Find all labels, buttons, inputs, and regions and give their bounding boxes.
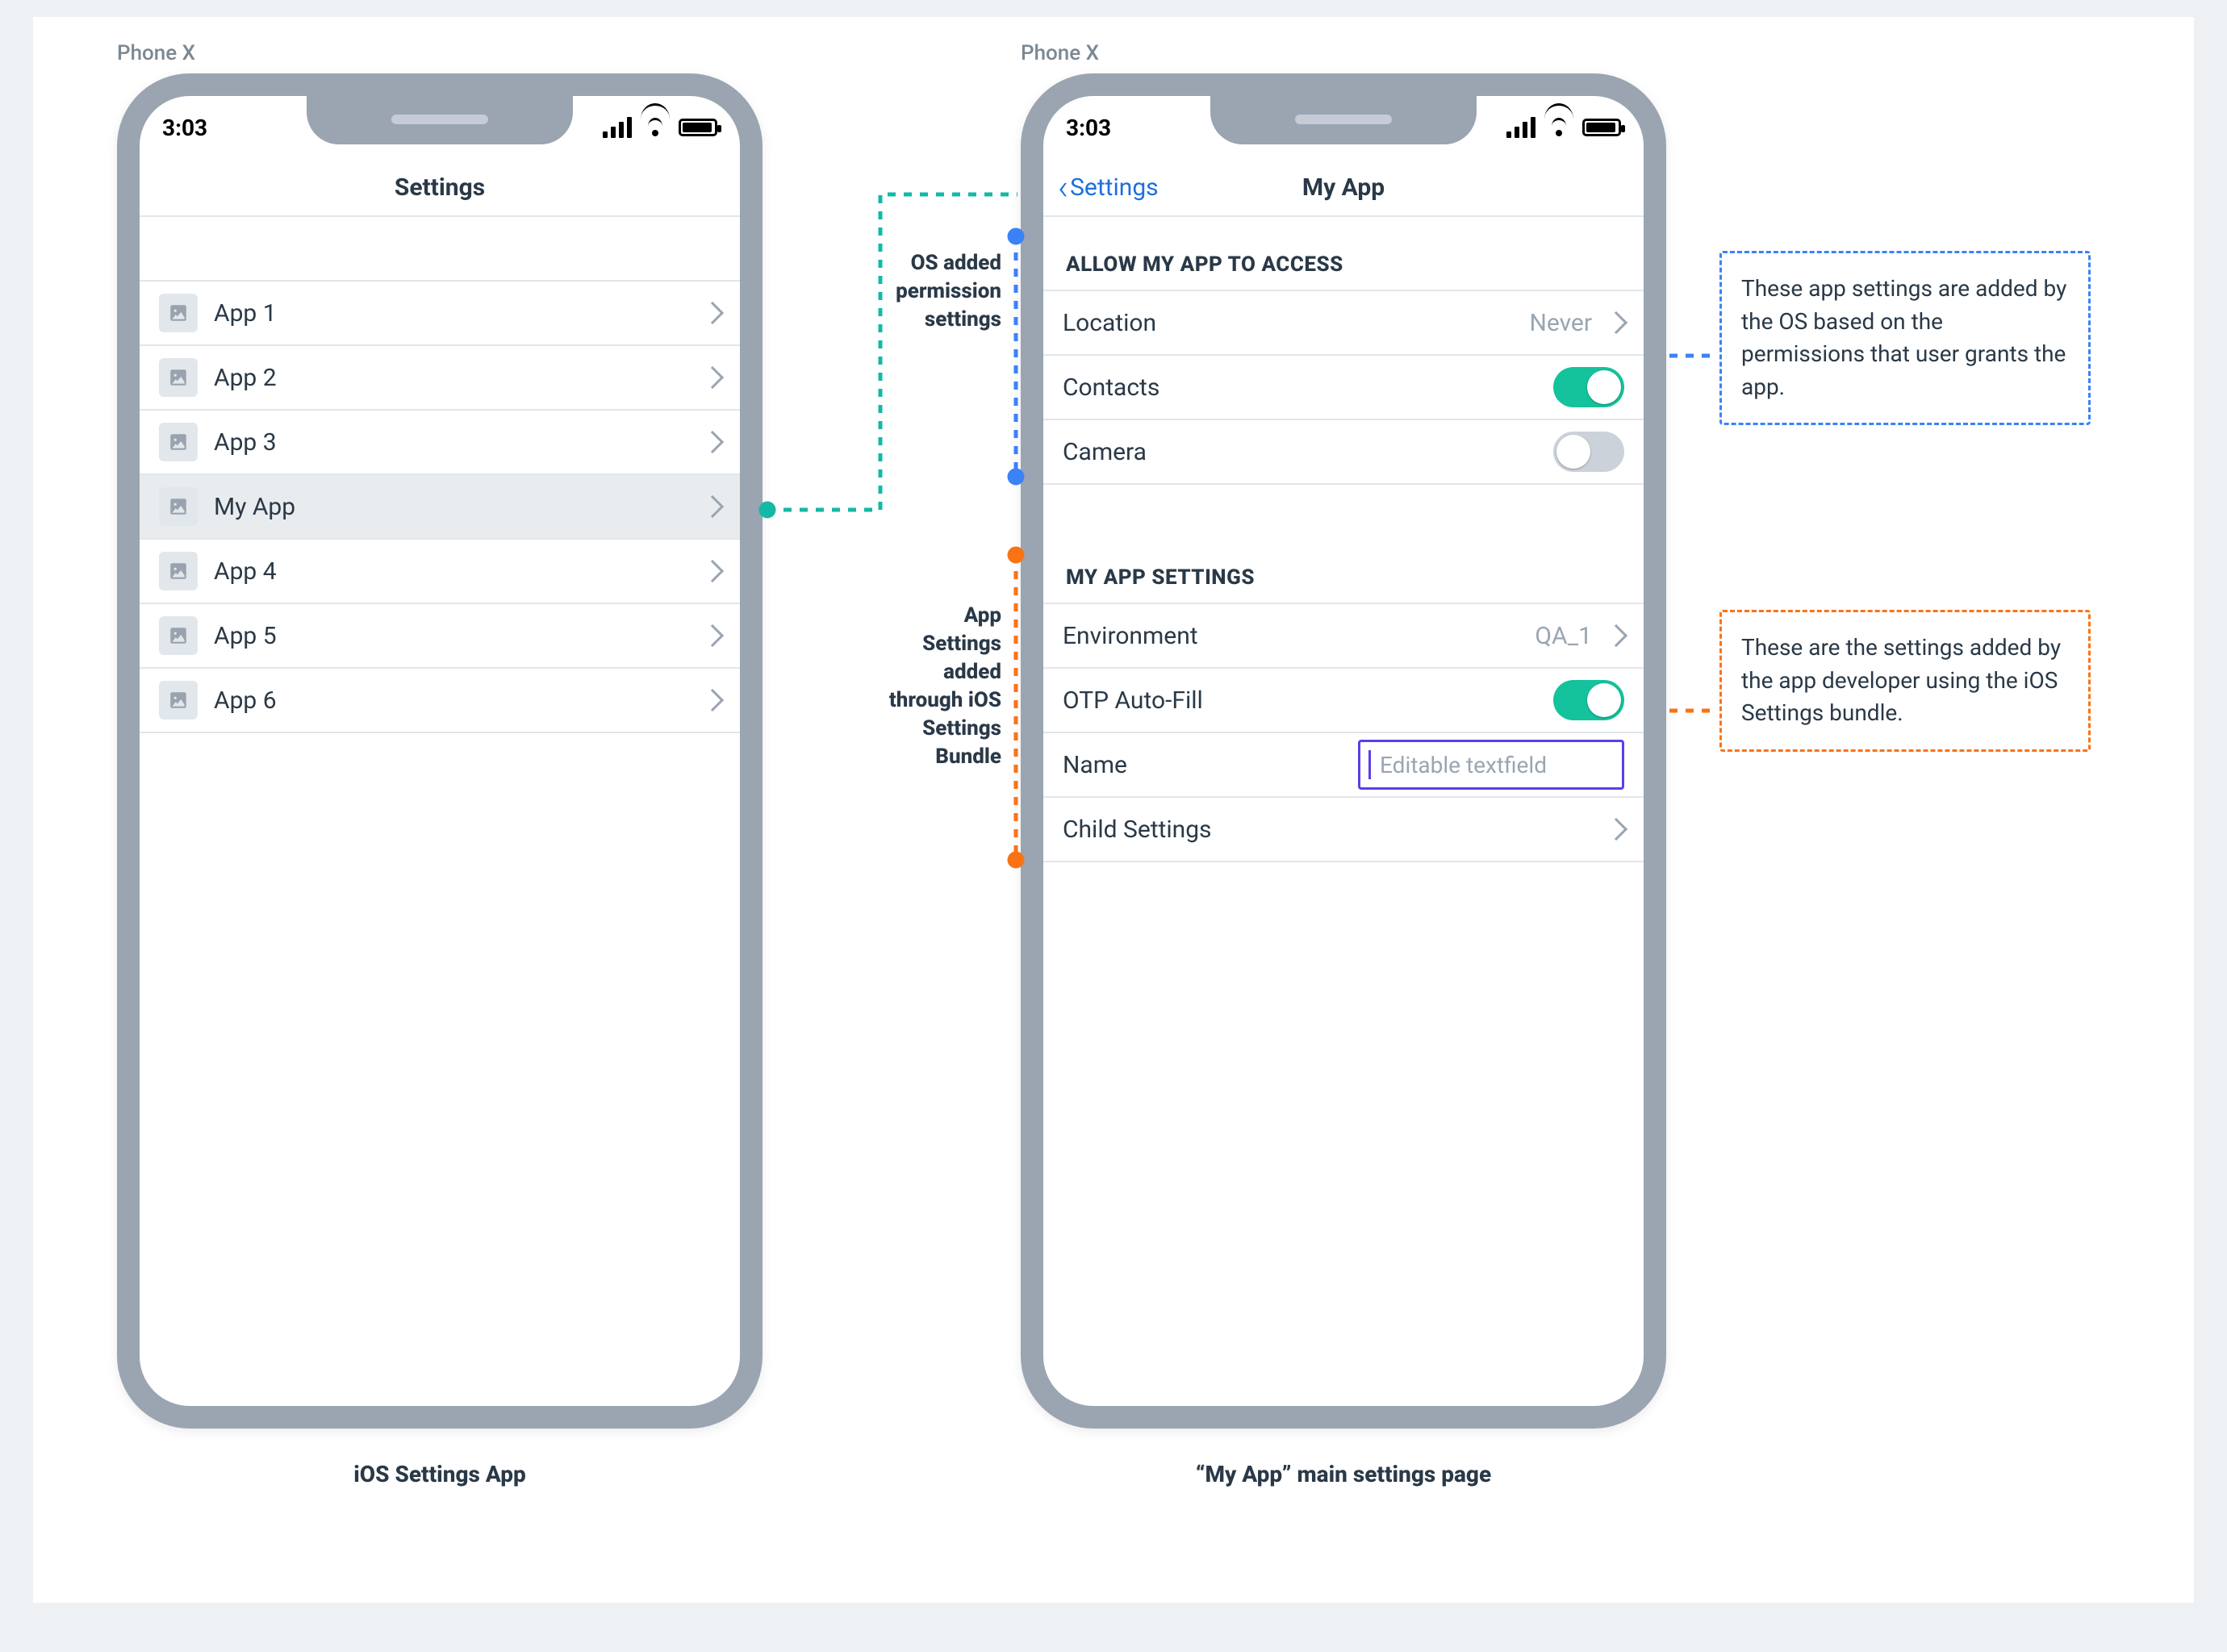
phone2-caption: “My App” main settings page bbox=[1021, 1461, 1666, 1487]
back-button[interactable]: ‹ Settings bbox=[1058, 173, 1159, 202]
row-label: Camera bbox=[1063, 438, 1537, 466]
battery-icon bbox=[679, 119, 717, 136]
status-time: 3:03 bbox=[162, 115, 207, 141]
app-icon bbox=[159, 681, 198, 720]
toggle-contacts[interactable] bbox=[1553, 367, 1624, 407]
section-header-permissions: ALLOW MY APP TO ACCESS bbox=[1043, 217, 1644, 291]
nav-bar: Settings bbox=[140, 159, 740, 217]
row-location[interactable]: Location Never bbox=[1043, 291, 1644, 356]
row-label: Location bbox=[1063, 309, 1513, 337]
callout-bundle-settings: These are the settings added by the app … bbox=[1719, 610, 2091, 752]
app-row[interactable]: App 2 bbox=[140, 346, 740, 411]
app-icon bbox=[159, 423, 198, 461]
app-row-label: My App bbox=[214, 493, 688, 521]
section-header-app-settings: MY APP SETTINGS bbox=[1043, 485, 1644, 604]
chevron-right-icon bbox=[701, 560, 724, 582]
app-icon bbox=[159, 616, 198, 655]
device-label-2: Phone X bbox=[1021, 41, 1099, 65]
row-label: Name bbox=[1063, 751, 1342, 779]
row-otp[interactable]: OTP Auto-Fill bbox=[1043, 669, 1644, 733]
app-row-selected[interactable]: My App bbox=[140, 475, 740, 540]
name-textfield[interactable]: Editable textfield bbox=[1358, 740, 1624, 790]
apps-list: App 1 App 2 App 3 My App App 4 bbox=[140, 282, 740, 733]
row-label: OTP Auto-Fill bbox=[1063, 686, 1537, 715]
back-label: Settings bbox=[1070, 173, 1159, 202]
toggle-otp[interactable] bbox=[1553, 680, 1624, 720]
chevron-right-icon bbox=[1605, 818, 1627, 841]
row-label: Child Settings bbox=[1063, 816, 1592, 844]
row-environment[interactable]: Environment QA_1 bbox=[1043, 604, 1644, 669]
toggle-camera[interactable] bbox=[1553, 432, 1624, 472]
placeholder-text: Editable textfield bbox=[1380, 752, 1547, 778]
app-row[interactable]: App 1 bbox=[140, 282, 740, 346]
app-icon bbox=[159, 487, 198, 526]
anno-settings-bundle: App Settings added through iOS Settings … bbox=[816, 602, 1001, 772]
status-time: 3:03 bbox=[1066, 115, 1111, 141]
app-row[interactable]: App 5 bbox=[140, 604, 740, 669]
chevron-right-icon bbox=[701, 495, 724, 518]
nav-title: Settings bbox=[395, 173, 485, 202]
chevron-right-icon bbox=[701, 302, 724, 324]
row-child-settings[interactable]: Child Settings bbox=[1043, 798, 1644, 862]
speaker-slot bbox=[1295, 115, 1392, 124]
app-icon bbox=[159, 294, 198, 332]
callout-os-settings: These app settings are added by the OS b… bbox=[1719, 251, 2091, 425]
row-camera[interactable]: Camera bbox=[1043, 420, 1644, 485]
row-contacts[interactable]: Contacts bbox=[1043, 356, 1644, 420]
app-row-label: App 4 bbox=[214, 557, 688, 586]
row-name[interactable]: Name Editable textfield bbox=[1043, 733, 1644, 798]
chevron-right-icon bbox=[701, 624, 724, 647]
diagram-canvas: Phone X 3:03 Settings App 1 App 2 bbox=[32, 16, 2195, 1604]
wifi-icon bbox=[1547, 119, 1571, 136]
table-spacer bbox=[140, 217, 740, 282]
phone-app-settings: 3:03 ‹ Settings My App ALLOW MY APP TO A… bbox=[1021, 73, 1666, 1429]
row-value: QA_1 bbox=[1535, 622, 1592, 650]
app-row-label: App 3 bbox=[214, 428, 688, 457]
chevron-right-icon bbox=[701, 431, 724, 453]
app-icon bbox=[159, 552, 198, 590]
signal-icon bbox=[603, 117, 632, 138]
row-value: Never bbox=[1529, 309, 1592, 337]
app-row-label: App 5 bbox=[214, 622, 688, 650]
row-label: Contacts bbox=[1063, 373, 1537, 402]
app-icon bbox=[159, 358, 198, 397]
anno-os-permissions: OS added permission settings bbox=[816, 249, 1001, 334]
device-label-1: Phone X bbox=[117, 41, 195, 65]
app-row-label: App 6 bbox=[214, 686, 688, 715]
notch bbox=[1210, 94, 1477, 144]
app-row-label: App 1 bbox=[214, 299, 688, 327]
nav-bar: ‹ Settings My App bbox=[1043, 159, 1644, 217]
chevron-right-icon bbox=[1605, 624, 1627, 647]
wifi-icon bbox=[643, 119, 667, 136]
phone1-caption: iOS Settings App bbox=[117, 1461, 763, 1487]
chevron-right-icon bbox=[701, 366, 724, 389]
app-row[interactable]: App 3 bbox=[140, 411, 740, 475]
notch bbox=[307, 94, 573, 144]
chevron-right-icon bbox=[701, 689, 724, 711]
app-row[interactable]: App 6 bbox=[140, 669, 740, 733]
nav-title: My App bbox=[1302, 173, 1385, 202]
chevron-right-icon bbox=[1605, 311, 1627, 334]
row-label: Environment bbox=[1063, 622, 1519, 650]
battery-icon bbox=[1582, 119, 1621, 136]
signal-icon bbox=[1506, 117, 1536, 138]
app-row[interactable]: App 4 bbox=[140, 540, 740, 604]
phone-settings-app: 3:03 Settings App 1 App 2 bbox=[117, 73, 763, 1429]
speaker-slot bbox=[391, 115, 488, 124]
app-row-label: App 2 bbox=[214, 364, 688, 392]
